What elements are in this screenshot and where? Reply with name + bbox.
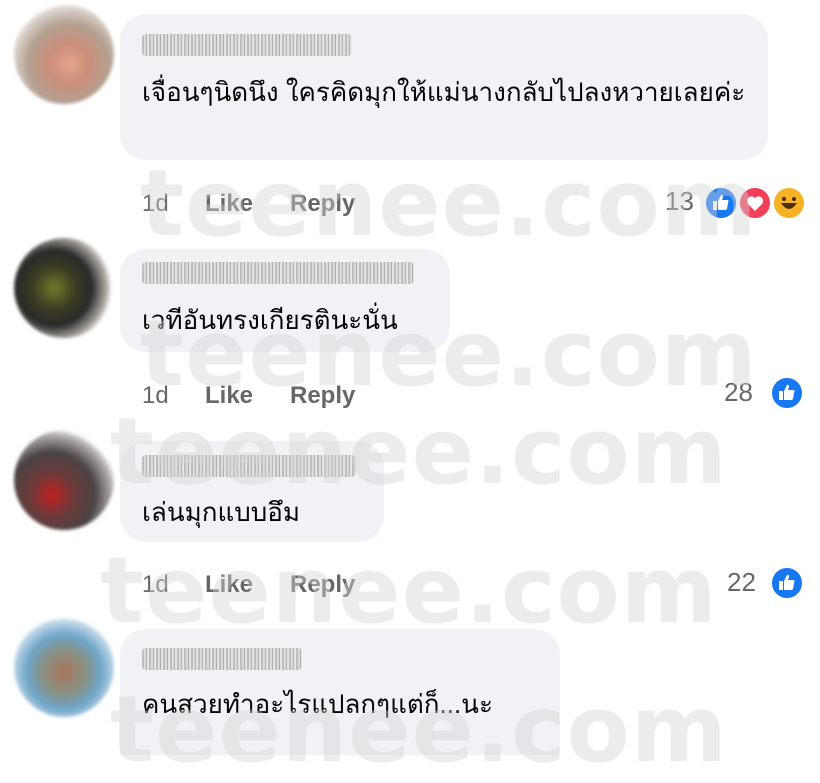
love-icon[interactable] [738,186,772,220]
like-button[interactable]: Like [205,382,253,410]
commenter-name-blurred[interactable] [142,34,352,56]
reaction-count[interactable]: 22 [727,567,756,598]
haha-icon[interactable] [772,186,806,220]
commenter-avatar[interactable] [14,4,114,104]
comment-timestamp[interactable]: 1d [142,190,169,218]
comment-text: คนสวยทำอะไรแปลกๆแต่ก็...นะ [142,689,493,719]
comment-timestamp[interactable]: 1d [142,571,169,599]
commenter-avatar[interactable] [14,430,114,530]
commenter-avatar[interactable] [14,238,114,338]
commenter-avatar[interactable] [14,617,114,717]
commenter-name-blurred[interactable] [142,262,414,284]
comment-text: เล่นมุกแบบอึม [142,497,300,527]
reaction-count[interactable]: 13 [665,186,694,217]
comment-text: เจื่อนๆนิดนึง ใครคิดมุกให้แม่นางกลับไปลง… [142,77,746,107]
like-icon[interactable] [704,186,738,220]
reply-button[interactable]: Reply [290,571,355,599]
commenter-name-blurred[interactable] [142,648,302,670]
reply-button[interactable]: Reply [290,190,355,218]
reply-button[interactable]: Reply [290,382,355,410]
watermark: teenee.com [100,537,718,644]
like-icon[interactable] [770,566,804,600]
commenter-name-blurred[interactable] [142,455,356,477]
comment-text: เวทีอันทรงเกียรตินะนั่น [142,305,398,335]
like-icon[interactable] [770,376,804,410]
like-button[interactable]: Like [205,190,253,218]
like-button[interactable]: Like [205,571,253,599]
comment-timestamp[interactable]: 1d [142,382,169,410]
reaction-count[interactable]: 28 [724,377,753,408]
